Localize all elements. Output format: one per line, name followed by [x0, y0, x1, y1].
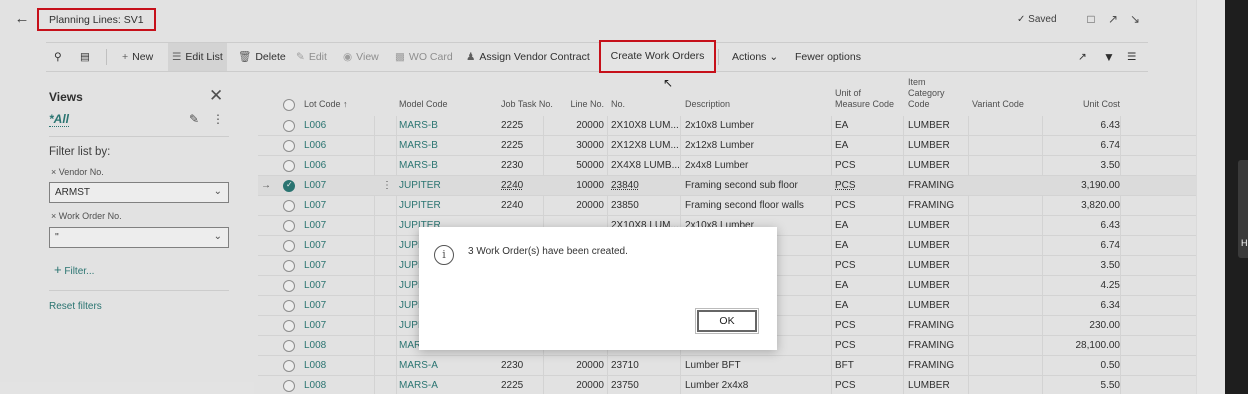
side-tab[interactable]: H [1238, 160, 1248, 258]
dialog-message: 3 Work Order(s) have been created. [468, 246, 628, 257]
info-icon: i [434, 245, 454, 265]
side-tab-glyph: H [1241, 238, 1248, 248]
side-panel-edge [1196, 0, 1225, 394]
host-background: H [1225, 0, 1248, 394]
app-window: ← Planning Lines: SV1 ✓ Saved □ ↗ ↘ ⚲ ▤ … [0, 0, 1225, 394]
ok-button[interactable]: OK [695, 308, 759, 334]
info-dialog: i 3 Work Order(s) have been created. OK [419, 227, 777, 350]
